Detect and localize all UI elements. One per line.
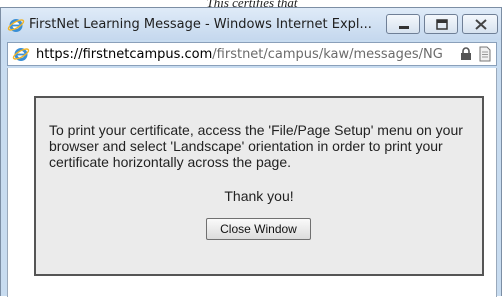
window-title: FirstNet Learning Message - Windows Inte… (29, 17, 372, 32)
browser-popup-window: FirstNet Learning Message - Windows Inte… (0, 7, 502, 297)
ie-icon (12, 48, 30, 61)
lock-icon[interactable] (459, 47, 473, 61)
url-text[interactable]: https://firstnetcampus.com/firstnet/camp… (36, 47, 443, 62)
close-window-button[interactable]: Close Window (206, 218, 311, 240)
thank-you-text: Thank you! (224, 188, 294, 204)
page-content: To print your certificate, access the 'F… (7, 68, 497, 297)
maximize-icon (436, 19, 448, 30)
close-icon (475, 19, 487, 30)
url-host: https://firstnetcampus.com (36, 47, 213, 62)
ie-icon (7, 19, 25, 32)
page-icon[interactable] (478, 46, 492, 62)
close-button[interactable] (462, 14, 498, 34)
minimize-icon (399, 26, 409, 29)
address-bar[interactable]: https://firstnetcampus.com/firstnet/camp… (7, 42, 497, 66)
minimize-button[interactable] (386, 14, 420, 34)
message-dialog: To print your certificate, access the 'F… (34, 96, 484, 276)
maximize-button[interactable] (424, 14, 458, 34)
title-bar[interactable]: FirstNet Learning Message - Windows Inte… (1, 8, 501, 40)
print-instructions: To print your certificate, access the 'F… (49, 122, 463, 170)
url-path: /firstnet/campus/kaw/messages/NG (212, 47, 443, 62)
